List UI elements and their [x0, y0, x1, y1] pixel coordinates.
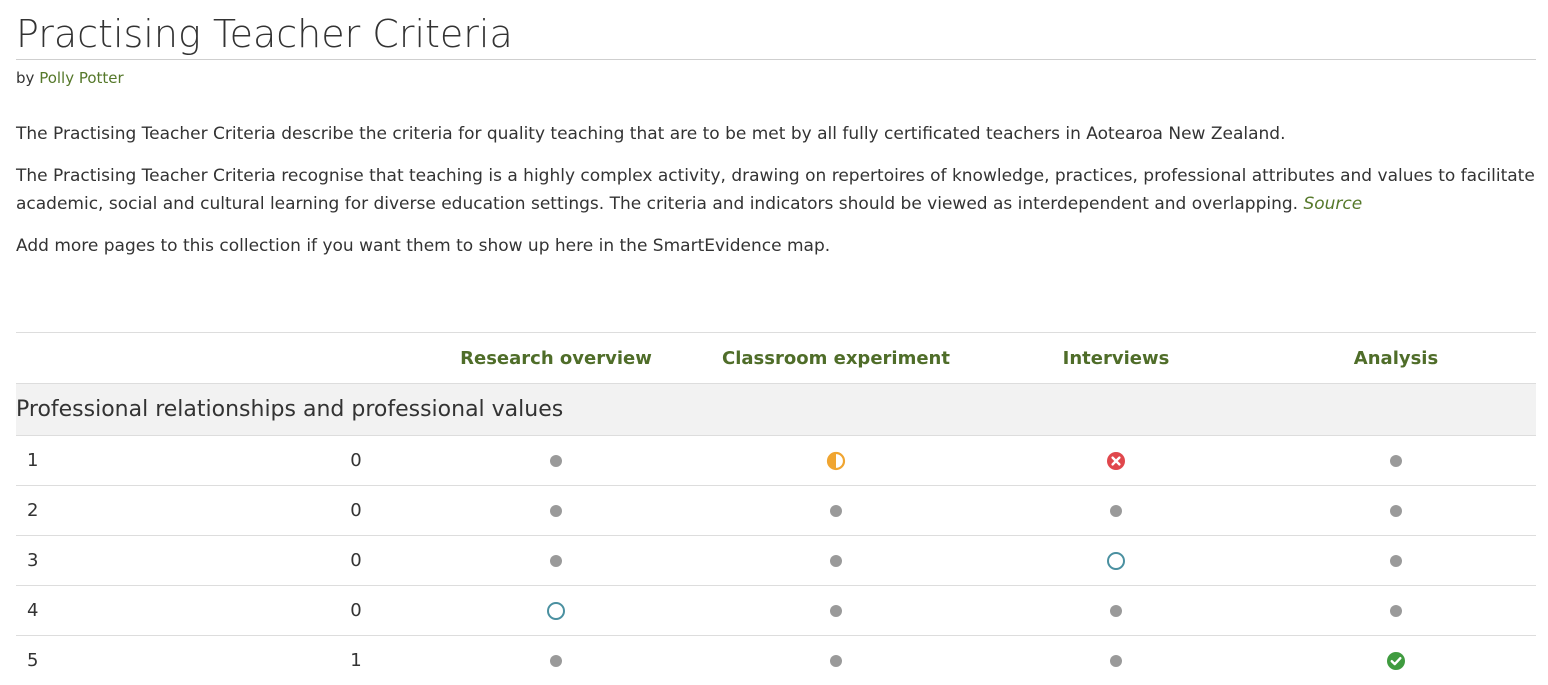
description: The Practising Teacher Criteria describe… [16, 120, 1536, 260]
status-cell [976, 486, 1256, 536]
byline-prefix: by [16, 69, 34, 87]
criteria-row: 10 [16, 436, 1536, 486]
header-empty-label [16, 333, 296, 384]
criterion-evidence-count: 0 [296, 486, 416, 536]
criterion-label[interactable]: 2 [16, 486, 296, 536]
criteria-row: 20 [16, 486, 1536, 536]
section-title: Professional relationships and professio… [16, 384, 1536, 436]
description-paragraph-1: The Practising Teacher Criteria describe… [16, 120, 1536, 148]
status-cell [976, 636, 1256, 685]
description-paragraph-2: The Practising Teacher Criteria recognis… [16, 162, 1536, 218]
description-paragraph-3: Add more pages to this collection if you… [16, 232, 1536, 260]
criterion-evidence-count: 0 [296, 536, 416, 586]
status-not-addressed-icon[interactable] [550, 450, 562, 471]
status-not-addressed-icon[interactable] [830, 600, 842, 621]
status-not-addressed-icon[interactable] [1110, 600, 1122, 621]
column-header-analysis[interactable]: Analysis [1256, 333, 1536, 384]
column-header-research-overview[interactable]: Research overview [416, 333, 696, 384]
criterion-label[interactable]: 4 [16, 586, 296, 636]
page-title: Practising Teacher Criteria [16, 0, 1536, 60]
criteria-rows: 1020304051 [16, 436, 1536, 685]
status-not-addressed-icon[interactable] [830, 500, 842, 521]
status-not-addressed-icon[interactable] [1110, 500, 1122, 521]
status-cell [1256, 636, 1536, 685]
status-cell [1256, 436, 1536, 486]
status-cell [416, 586, 696, 636]
status-cell [976, 586, 1256, 636]
status-cell [976, 536, 1256, 586]
status-not-addressed-icon[interactable] [550, 500, 562, 521]
status-not-addressed-icon[interactable] [1390, 550, 1402, 571]
criterion-evidence-count: 0 [296, 436, 416, 486]
criterion-evidence-count: 0 [296, 586, 416, 636]
criteria-row: 51 [16, 636, 1536, 685]
criterion-label[interactable]: 1 [16, 436, 296, 486]
smartevidence-map-table: Research overview Classroom experiment I… [16, 332, 1536, 685]
status-cell [416, 636, 696, 685]
byline: by Polly Potter [16, 68, 1536, 88]
status-not-addressed-icon[interactable] [1390, 500, 1402, 521]
criteria-row: 30 [16, 536, 1536, 586]
status-not-addressed-icon[interactable] [1390, 450, 1402, 471]
status-cell [696, 436, 976, 486]
status-cell [696, 536, 976, 586]
criterion-evidence-count: 1 [296, 636, 416, 685]
column-header-classroom-experiment[interactable]: Classroom experiment [696, 333, 976, 384]
status-cell [1256, 586, 1536, 636]
status-meets-standard-icon[interactable] [1386, 651, 1406, 671]
status-cell [416, 536, 696, 586]
status-not-addressed-icon[interactable] [830, 550, 842, 571]
status-cell [696, 636, 976, 685]
status-cell [1256, 536, 1536, 586]
page: Practising Teacher Criteria by Polly Pot… [16, 0, 1536, 260]
status-cell [976, 436, 1256, 486]
status-cell [416, 436, 696, 486]
status-not-addressed-icon[interactable] [550, 550, 562, 571]
status-does-not-meet-icon[interactable] [1106, 451, 1126, 471]
status-not-addressed-icon[interactable] [830, 650, 842, 671]
column-header-row: Research overview Classroom experiment I… [16, 333, 1536, 384]
status-cell [416, 486, 696, 536]
source-link[interactable]: Source [1303, 194, 1362, 214]
status-ready-for-assessment-icon[interactable] [547, 600, 565, 621]
status-cell [1256, 486, 1536, 536]
criterion-label[interactable]: 3 [16, 536, 296, 586]
column-header-interviews[interactable]: Interviews [976, 333, 1256, 384]
criterion-label[interactable]: 5 [16, 636, 296, 685]
section-header-row: Professional relationships and professio… [16, 384, 1536, 436]
header-empty-count [296, 333, 416, 384]
status-not-addressed-icon[interactable] [550, 650, 562, 671]
status-cell [696, 486, 976, 536]
status-not-addressed-icon[interactable] [1390, 600, 1402, 621]
author-link[interactable]: Polly Potter [39, 69, 124, 87]
status-cell [696, 586, 976, 636]
criteria-row: 40 [16, 586, 1536, 636]
status-partially-met-icon[interactable] [826, 451, 846, 471]
status-ready-for-assessment-icon[interactable] [1107, 550, 1125, 571]
status-not-addressed-icon[interactable] [1110, 650, 1122, 671]
